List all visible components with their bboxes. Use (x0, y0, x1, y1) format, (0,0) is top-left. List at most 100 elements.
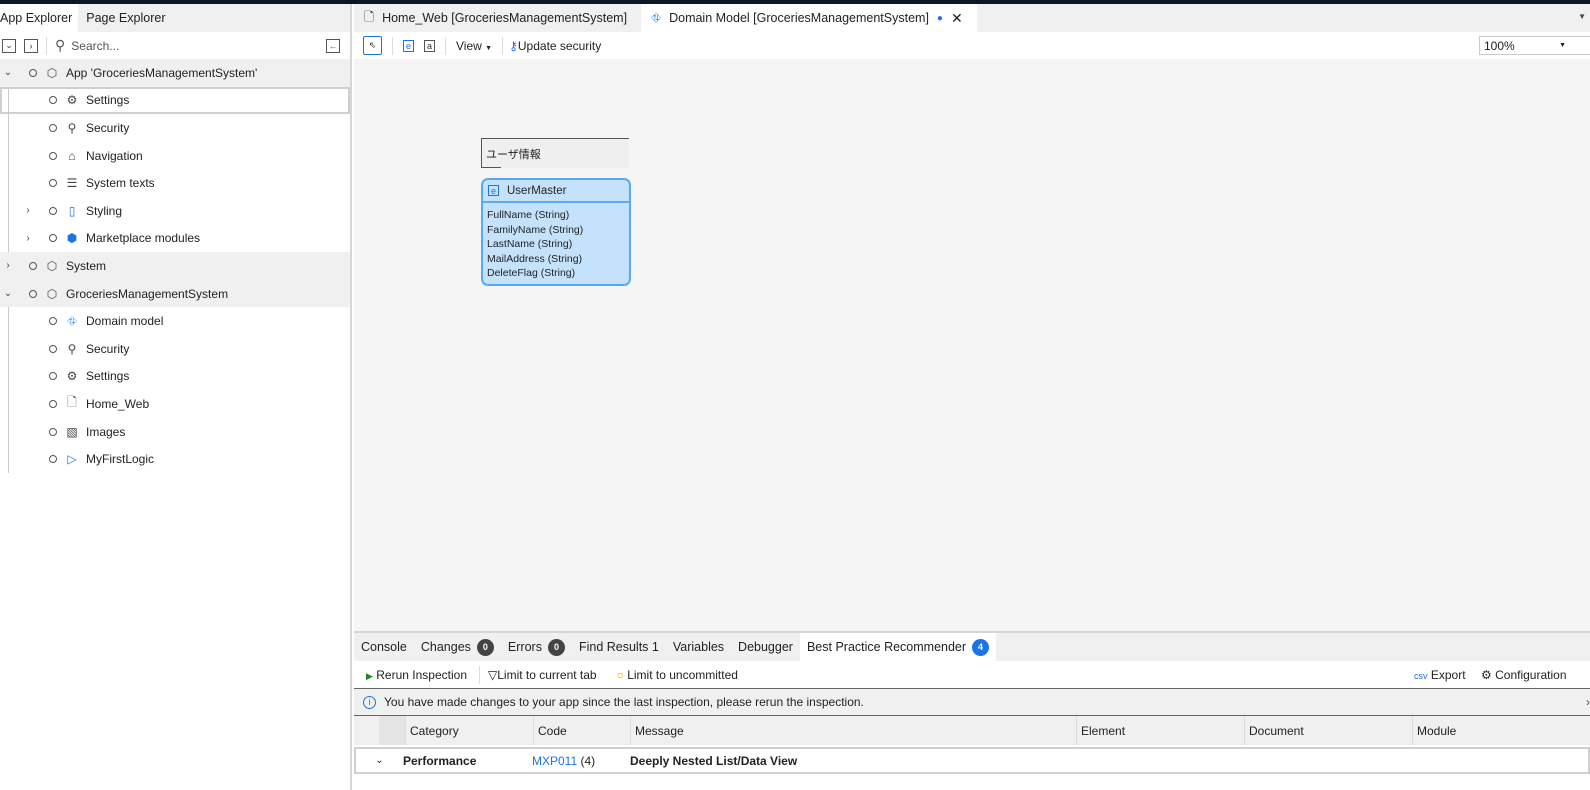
add-entity-icon[interactable]: e (403, 39, 414, 52)
tree-guide (8, 86, 9, 115)
tab-changes[interactable]: Changes 0 (414, 633, 501, 661)
tree-item[interactable]: ☰ System texts (0, 169, 350, 197)
link-with-editor-icon[interactable]: ← (326, 38, 340, 53)
configuration-button[interactable]: ⚙ Configuration (1481, 668, 1567, 682)
export-button[interactable]: csv Export (1414, 668, 1466, 682)
tab-find-results-1[interactable]: Find Results 1 (572, 633, 666, 661)
collapse-all-icon[interactable]: › (24, 38, 38, 53)
add-annotation-icon[interactable]: a (424, 39, 435, 52)
tree-item-label: Marketplace modules (86, 231, 201, 246)
code-link[interactable]: MXP011 (532, 754, 577, 768)
tree-item-label: App 'GroceriesManagementSystem' (66, 65, 258, 80)
tree-item[interactable]: › ⬢ Marketplace modules (0, 224, 350, 253)
tab-debugger[interactable]: Debugger (731, 633, 800, 661)
status-dot-icon (29, 68, 37, 77)
count-badge: 0 (476, 638, 494, 656)
divider (502, 36, 504, 55)
status-dot-icon (49, 234, 57, 243)
tree-guide (8, 390, 9, 418)
entity-usermaster[interactable]: e UserMaster FullName (String) FamilyName … (481, 178, 631, 286)
security-icon: ⚷ (509, 38, 518, 53)
text-icon: ☰ (66, 176, 78, 191)
count-badge: 0 (547, 638, 565, 656)
search-icon: ⚲ (55, 37, 66, 53)
tree-guide (8, 114, 9, 142)
key-icon: ⚲ (67, 341, 77, 356)
rerun-inspection-button[interactable]: ▶ Rerun Inspection (366, 668, 467, 682)
tab-variables[interactable]: Variables (666, 633, 731, 661)
column-element[interactable]: Element (1076, 716, 1244, 745)
divider (392, 36, 393, 55)
image-icon: ▧ (66, 424, 78, 439)
csv-icon: csv (1414, 670, 1428, 681)
entity-attribute[interactable]: FullName (String) (487, 208, 625, 223)
tab-app-explorer[interactable]: App Explorer (0, 4, 79, 32)
entity-attribute[interactable]: DeleteFlag (String) (487, 266, 625, 281)
entity-attribute[interactable]: MailAddress (String) (487, 252, 625, 267)
tree-item[interactable]: ⌄ ⬡ GroceriesManagementSystem (0, 279, 350, 308)
tree-item[interactable]: ⚲ Security (0, 334, 350, 363)
chevron-right-icon[interactable]: › (22, 233, 34, 244)
tab-overflow-icon[interactable]: ▼ (1578, 12, 1586, 21)
limit-uncommitted-toggle[interactable]: ○ Limit to uncommitted (617, 668, 738, 682)
tree-item[interactable]: ⚙ Settings (0, 362, 350, 391)
tree-item[interactable]: ⌄ ⬡ App 'GroceriesManagementSystem' (0, 59, 350, 87)
tree-item[interactable]: › ▯ Styling (0, 196, 350, 225)
editor-area: 🗋 Home_Web [GroceriesManagementSystem] ⛗ D… (354, 4, 1590, 790)
tab-errors[interactable]: Errors 0 (501, 633, 572, 661)
domain-model-canvas[interactable]: ユーザ情報 e UserMaster FullName (String) Famil… (354, 59, 1590, 631)
annotation[interactable]: ユーザ情報 (481, 138, 629, 168)
status-dot-icon (49, 344, 57, 353)
divider (479, 665, 480, 684)
unsaved-dot-icon: ● (936, 12, 943, 24)
tree-item[interactable]: ⛗ Domain model (0, 307, 350, 335)
marketplace-icon: ⬢ (66, 231, 78, 246)
tree-item[interactable]: ⌂ Navigation (0, 141, 350, 170)
status-dot-icon (29, 289, 37, 298)
zoom-select[interactable]: 100% ▼ (1479, 36, 1590, 55)
tree-item-label: GroceriesManagementSystem (66, 286, 229, 301)
search-input[interactable]: ⚲ Search... (55, 37, 119, 54)
tab-domain-model[interactable]: ⛗ Domain Model [GroceriesManagementSystem… (641, 4, 977, 32)
tree-guide (8, 334, 9, 363)
tree-guide (8, 445, 9, 473)
tree-item[interactable]: ▷ MyFirstLogic (0, 445, 350, 473)
column-code[interactable]: Code (533, 716, 630, 745)
tab-page-explorer[interactable]: Page Explorer (78, 4, 173, 32)
gear-icon: ⚙ (66, 369, 78, 384)
chevron-down-icon[interactable]: ⌄ (2, 288, 14, 299)
key-icon: ⚲ (67, 120, 77, 135)
column-document[interactable]: Document (1244, 716, 1412, 745)
tree-item[interactable]: ▧ Images (0, 417, 350, 446)
expand-all-icon[interactable]: ⌄ (2, 38, 16, 53)
status-dot-icon (49, 399, 57, 408)
system-module-icon: ⬡ (46, 258, 58, 273)
tree-item-label: System (66, 258, 107, 273)
select-tool-icon[interactable]: ⇖ (363, 36, 382, 55)
chevron-right-icon[interactable]: › (2, 260, 14, 271)
column-message[interactable]: Message (630, 716, 1076, 745)
column-category[interactable]: Category (405, 716, 533, 745)
entity-attribute[interactable]: LastName (String) (487, 237, 625, 252)
chevron-down-icon[interactable]: ⌄ (2, 67, 14, 78)
count-badge: 4 (972, 638, 990, 656)
domain-model-icon: ⛗ (67, 313, 77, 328)
close-icon[interactable]: ✕ (951, 10, 963, 27)
tree-item-label: System texts (86, 176, 155, 191)
chevron-down-icon[interactable]: ⌄ (356, 755, 403, 766)
tree-item[interactable]: ⚲ Security (0, 114, 350, 142)
tab-home-web[interactable]: 🗋 Home_Web [GroceriesManagementSystem] (354, 4, 641, 32)
tab-best-practice-recommender[interactable]: Best Practice Recommender 4 (799, 633, 997, 661)
table-row[interactable]: ⌄ Performance MXP011 (4) Deeply Nested L… (354, 747, 1590, 774)
tree-item[interactable]: ⚙ Settings (0, 86, 350, 115)
tree-item[interactable]: 🗋 Home_Web (0, 390, 350, 418)
tree-item[interactable]: › ⬡ System (0, 252, 350, 280)
column-module[interactable]: Module (1412, 716, 1590, 745)
tab-console[interactable]: Console (354, 633, 414, 661)
dismiss-icon[interactable]: › (1586, 695, 1590, 709)
view-dropdown[interactable]: View ▼ (456, 39, 492, 53)
limit-current-tab-toggle[interactable]: ▽Limit to current tab (488, 668, 597, 682)
chevron-right-icon[interactable]: › (22, 205, 34, 216)
update-security-button[interactable]: ⚷Update security (509, 39, 601, 53)
entity-attribute[interactable]: FamilyName (String) (487, 223, 625, 238)
